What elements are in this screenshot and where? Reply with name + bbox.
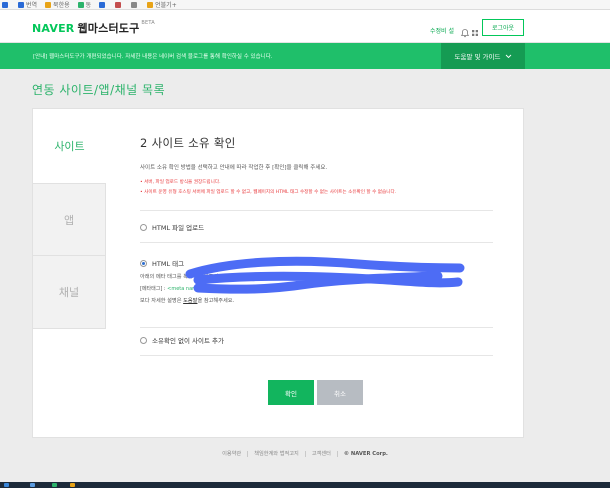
bookmark-item[interactable]: 북한용 xyxy=(45,0,70,9)
os-taskbar xyxy=(0,482,610,488)
bookmarks-bar: 번역 북한용 동 언블기+ xyxy=(0,0,610,10)
footer-privacy-link[interactable]: 책임한계와 법적고지 xyxy=(254,450,299,457)
logo-service: 웹마스터도구 xyxy=(77,22,140,35)
type-tabs: 사이트 앱 채널 xyxy=(33,109,106,329)
footer-support-link[interactable]: 고객센터 xyxy=(312,450,331,457)
site-header: NAVER 웹마스터도구 BETA 수정비 설 로그아웃 xyxy=(0,10,610,43)
confirm-button[interactable]: 확인 xyxy=(268,380,314,405)
site-footer: 이용약관 책임한계와 법적고지 고객센터 © NAVER Corp. xyxy=(0,450,610,457)
redaction-scribble xyxy=(185,256,465,294)
footer-separator xyxy=(336,450,338,457)
bookmark-item[interactable]: 언블기+ xyxy=(147,0,177,9)
bookmark-label: 북한용 xyxy=(53,2,70,9)
radio-button[interactable] xyxy=(140,336,147,344)
page-title: 연동 사이트/앱/채널 목록 xyxy=(32,83,166,97)
tab-app[interactable]: 앱 xyxy=(33,183,106,255)
taskbar-app-icon[interactable] xyxy=(30,483,35,487)
bookmark-label: 동 xyxy=(85,2,92,9)
option-label: 소유확인 없이 사이트 추가 xyxy=(152,337,224,345)
bookmark-label: 번역 xyxy=(26,2,38,9)
bookmark-icon xyxy=(131,1,138,8)
guide-menu-button[interactable]: 도움말 및 가이드 xyxy=(441,43,525,69)
bookmark-icon xyxy=(77,1,84,8)
warning-text: • 사이트 운영 유형 호스팅 서버에 파일 업로드 할 수 없고, 웹페이지의… xyxy=(140,190,397,195)
notice-text: [안내] 웹마스터도구가 개편되었습니다. 자세한 내용은 네이버 검색 블로그… xyxy=(33,54,273,60)
taskbar-app-icon[interactable] xyxy=(70,483,75,487)
user-link[interactable]: 수정비 설 xyxy=(430,26,454,35)
bookmark-item[interactable] xyxy=(115,1,123,8)
footer-copyright: © NAVER Corp. xyxy=(343,450,388,457)
bell-icon[interactable] xyxy=(460,23,470,38)
bookmark-label: 언블기+ xyxy=(155,2,177,9)
guide-label: 도움말 및 가이드 xyxy=(454,53,501,61)
radio-button[interactable] xyxy=(140,223,147,231)
step-title: 2 사이트 소유 확인 xyxy=(140,136,236,150)
bookmark-item[interactable] xyxy=(2,1,10,8)
bookmark-item[interactable]: 번역 xyxy=(18,0,37,9)
chevron-down-icon xyxy=(505,54,511,58)
cancel-button[interactable]: 취소 xyxy=(317,380,363,405)
option-add-without-verify[interactable]: 소유확인 없이 사이트 추가 xyxy=(140,335,224,345)
bookmark-item[interactable] xyxy=(99,1,107,8)
bookmark-icon xyxy=(115,1,122,8)
taskbar-app-icon[interactable] xyxy=(52,483,57,487)
naver-webmaster-logo[interactable]: NAVER 웹마스터도구 BETA xyxy=(32,20,155,36)
footer-separator xyxy=(247,450,249,457)
warning-text: • 서버, 파일 업로드 방식을 권장드립니다. xyxy=(140,180,221,185)
tab-site[interactable]: 사이트 xyxy=(33,109,106,183)
footer-terms-link[interactable]: 이용약관 xyxy=(222,450,241,457)
bookmark-icon xyxy=(147,1,154,8)
footer-separator xyxy=(304,450,306,457)
grid-icon[interactable] xyxy=(470,23,480,36)
tab-channel[interactable]: 채널 xyxy=(33,255,106,329)
bookmark-icon xyxy=(18,1,24,8)
bookmark-icon xyxy=(99,1,106,8)
divider xyxy=(140,327,493,328)
option-html-file-upload[interactable]: HTML 파일 업로드 xyxy=(140,222,204,232)
bookmark-item[interactable] xyxy=(131,1,139,8)
logo-brand: NAVER xyxy=(32,22,75,35)
option-label: HTML 파일 업로드 xyxy=(152,224,205,232)
instruction-text: 사이트 소유 확인 방법을 선택하고 안내에 따라 작업한 후 [확인]을 클릭… xyxy=(140,165,328,171)
notice-bar: [안내] 웹마스터도구가 개편되었습니다. 자세한 내용은 네이버 검색 블로그… xyxy=(0,43,610,69)
divider xyxy=(140,242,493,243)
divider xyxy=(140,355,493,356)
bookmark-item[interactable]: 동 xyxy=(77,0,92,9)
logout-button[interactable]: 로그아웃 xyxy=(482,19,524,36)
bookmark-icon xyxy=(2,1,8,8)
divider xyxy=(140,210,493,211)
beta-badge: BETA xyxy=(141,20,155,26)
bookmark-icon xyxy=(45,1,52,8)
start-icon[interactable] xyxy=(4,483,9,487)
